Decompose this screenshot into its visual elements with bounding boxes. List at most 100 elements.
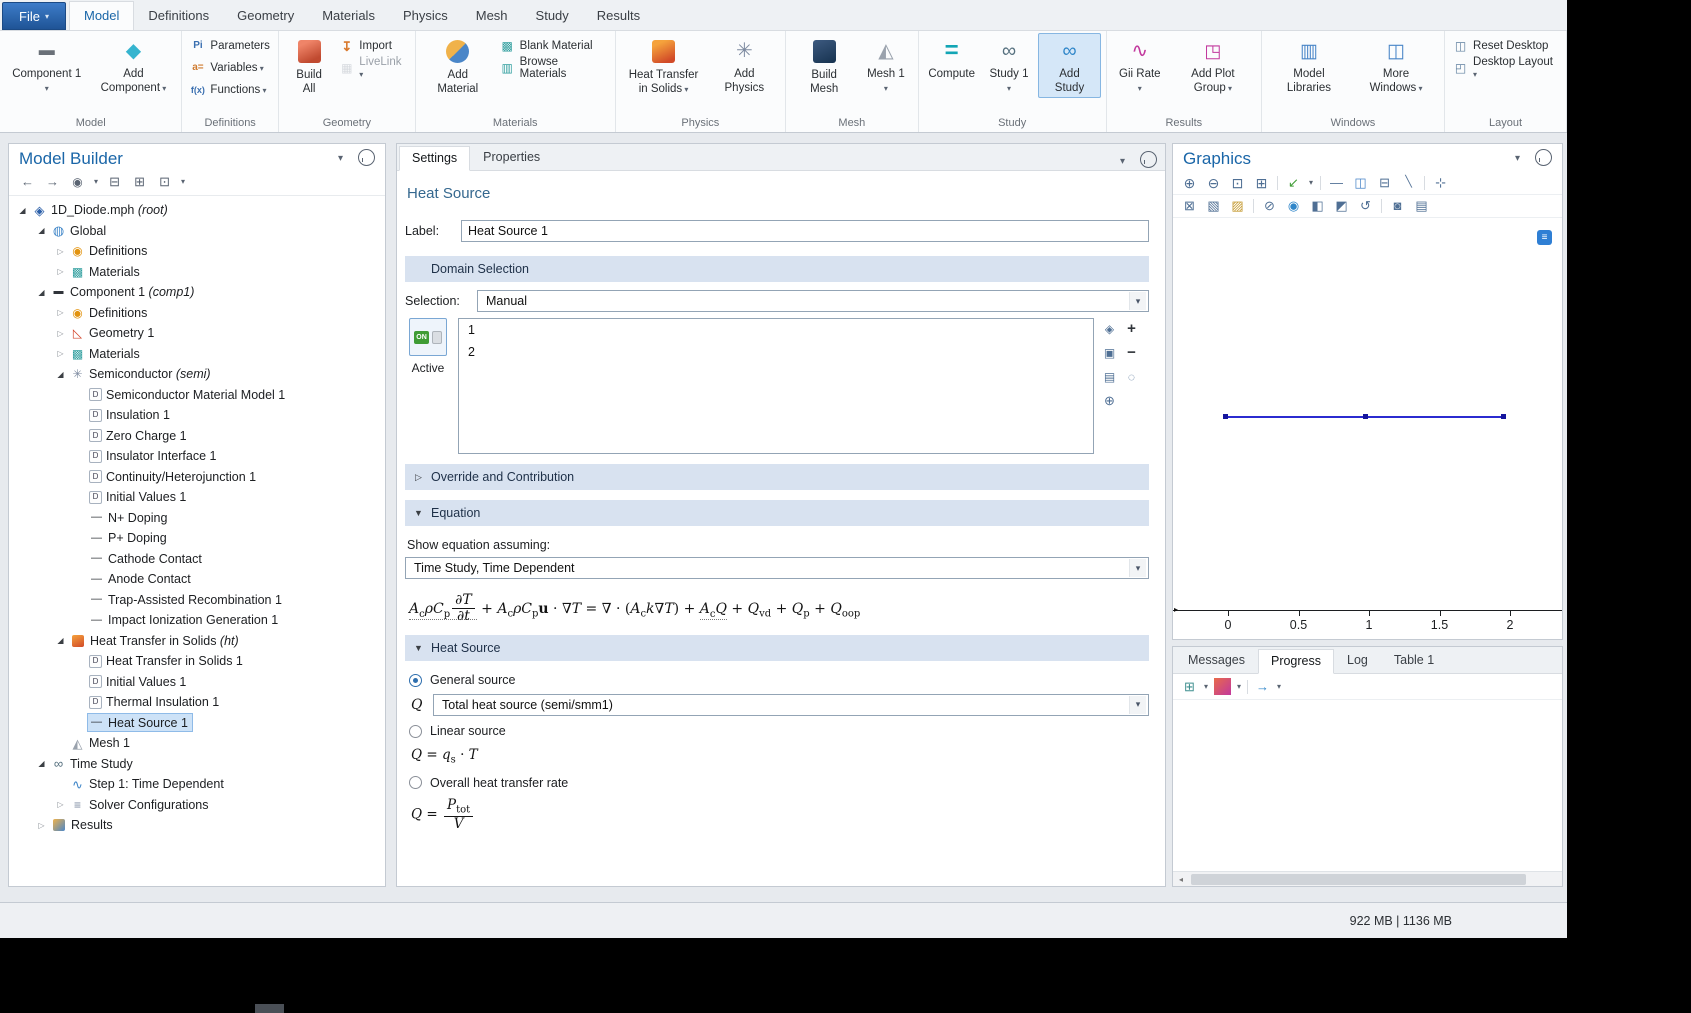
move-progress-icon[interactable]: →	[1254, 678, 1271, 695]
horizontal-scrollbar[interactable]: ◂	[1173, 871, 1562, 886]
parameters-button[interactable]: PiParameters	[187, 37, 272, 55]
heat-transfer-in-solids-button[interactable]: Heat Transfer in Solids ▾	[621, 33, 707, 99]
add-study-button[interactable]: ∞Add Study	[1038, 33, 1100, 98]
tree-item-heat-source-1[interactable]: —Heat Source 1	[9, 713, 385, 734]
selection-list-item[interactable]: 1	[468, 323, 1093, 345]
tree-item-global[interactable]: ◢◍Global	[9, 221, 385, 242]
expand-all-icon[interactable]: ⊞	[131, 173, 148, 190]
tab-table-1[interactable]: Table 1	[1381, 648, 1447, 673]
collapse-caret-icon[interactable]: ▾	[1509, 151, 1526, 168]
collapse-all-icon[interactable]: ⊟	[106, 173, 123, 190]
tab-properties[interactable]: Properties	[470, 145, 553, 170]
show-options-icon[interactable]: ◉	[69, 173, 86, 190]
paste-selection-icon[interactable]: ▤	[1101, 368, 1118, 385]
tree-item-materials[interactable]: ▷▩Materials	[9, 344, 385, 365]
dropdown-caret-icon[interactable]: ▾	[94, 177, 98, 186]
ribbon-tab-materials[interactable]: Materials	[308, 2, 389, 30]
add-material-button[interactable]: Add Material	[421, 33, 495, 99]
graphics-canvas[interactable]: ▸ 00.511.52	[1173, 218, 1562, 639]
split-horizontal-icon[interactable]: ◫	[1352, 174, 1369, 191]
dropdown-caret-icon[interactable]: ▾	[181, 177, 185, 186]
tree-item-initial-values-1[interactable]: DInitial Values 1	[9, 672, 385, 693]
build-mesh-button[interactable]: Build Mesh	[791, 33, 857, 99]
reset-desktop-button[interactable]: ◫Reset Desktop	[1450, 37, 1561, 55]
tree-item-anode-contact[interactable]: —Anode Contact	[9, 569, 385, 590]
collapsed-toggle-icon[interactable]: ▷	[34, 821, 49, 830]
print-icon[interactable]: ▤	[1413, 197, 1430, 214]
progress-bars-icon[interactable]	[1214, 678, 1231, 695]
radio-icon[interactable]	[409, 725, 422, 738]
pin-icon[interactable]	[1535, 149, 1552, 166]
ribbon-tab-mesh[interactable]: Mesh	[462, 2, 522, 30]
browse-materials-button[interactable]: ▥Browse Materials	[497, 59, 610, 77]
transparency-icon[interactable]: ◧	[1309, 197, 1326, 214]
geometry-vertex[interactable]	[1223, 414, 1228, 419]
tree-item-solver-configurations[interactable]: ▷≡Solver Configurations	[9, 795, 385, 816]
add-component-button[interactable]: ◆Add Component ▾	[90, 33, 176, 98]
tree-item-trap-assisted-recombination-1[interactable]: —Trap-Assisted Recombination 1	[9, 590, 385, 611]
collapsed-toggle-icon[interactable]: ▷	[53, 329, 68, 338]
zoom-in-icon[interactable]: ⊕	[1181, 174, 1198, 191]
dropdown-caret-icon[interactable]: ▾	[1277, 682, 1281, 691]
model-libraries-button[interactable]: ▥Model Libraries	[1267, 33, 1351, 98]
select-box-icon[interactable]: ⊠	[1181, 197, 1198, 214]
progress-tree-icon[interactable]: ⊞	[1181, 678, 1198, 695]
overall-heat-rate-radio-row[interactable]: Overall heat transfer rate	[409, 771, 1149, 794]
selection-list-item[interactable]: 2	[468, 345, 1093, 367]
tree-item-mesh-1[interactable]: ◭Mesh 1	[9, 733, 385, 754]
tree-item-impact-ionization-generation-1[interactable]: —Impact Ionization Generation 1	[9, 610, 385, 631]
expanded-toggle-icon[interactable]: ◢	[34, 226, 49, 235]
expanded-toggle-icon[interactable]: ◢	[34, 288, 49, 297]
zoom-box-icon[interactable]: ⊞	[1253, 174, 1270, 191]
pin-icon[interactable]	[1140, 151, 1157, 168]
ribbon-tab-model[interactable]: Model	[69, 1, 134, 30]
expanded-toggle-icon[interactable]: ◢	[34, 759, 49, 768]
section-equation[interactable]: ▼ Equation	[405, 500, 1149, 526]
measure-line-icon[interactable]: ╲	[1400, 174, 1417, 191]
blank-material-button[interactable]: ▩Blank Material	[497, 37, 610, 55]
zoom-out-icon[interactable]: ⊖	[1205, 174, 1222, 191]
geometry-vertex[interactable]	[1363, 414, 1368, 419]
heat-source-dropdown[interactable]: Total heat source (semi/smm1) ▾	[433, 694, 1149, 716]
collapse-caret-icon[interactable]: ▾	[1114, 153, 1131, 170]
tree-item-cathode-contact[interactable]: —Cathode Contact	[9, 549, 385, 570]
view-settings-icon[interactable]: ⊹	[1432, 174, 1449, 191]
label-input[interactable]	[461, 220, 1149, 242]
pin-icon[interactable]	[358, 149, 375, 166]
ribbon-tab-results[interactable]: Results	[583, 2, 654, 30]
component-1-button[interactable]: ▬Component 1 ▾	[5, 33, 88, 98]
mesh-1-button[interactable]: ◭Mesh 1 ▾	[859, 33, 912, 98]
go-to-view-icon[interactable]: ↙	[1285, 174, 1302, 191]
tab-log[interactable]: Log	[1334, 648, 1381, 673]
tab-progress[interactable]: Progress	[1258, 649, 1334, 674]
tree-item-step-1-time-dependent[interactable]: ∿Step 1: Time Dependent	[9, 774, 385, 795]
lasso-icon[interactable]: ▧	[1205, 197, 1222, 214]
remove-from-selection-icon[interactable]: −	[1123, 344, 1140, 361]
file-menu-button[interactable]: File ▾	[2, 2, 66, 30]
scroll-left-icon[interactable]: ◂	[1173, 875, 1189, 884]
tree-item-continuity-heterojunction-1[interactable]: DContinuity/Heterojunction 1	[9, 467, 385, 488]
wireframe-icon[interactable]: ◩	[1333, 197, 1350, 214]
gii-rate-button[interactable]: ∿Gii Rate ▾	[1112, 33, 1168, 98]
section-heat-source[interactable]: ▼ Heat Source	[405, 635, 1149, 661]
copy-selection-icon[interactable]: ▣	[1101, 344, 1118, 361]
tree-item-heat-transfer-in-solids[interactable]: ◢Heat Transfer in Solids (ht)	[9, 631, 385, 652]
tree-item-thermal-insulation-1[interactable]: DThermal Insulation 1	[9, 692, 385, 713]
radio-selected-icon[interactable]	[409, 674, 422, 687]
dropdown-caret-icon[interactable]: ▾	[1237, 682, 1241, 691]
import-button[interactable]: ↧Import	[336, 37, 410, 55]
plot-line-icon[interactable]: —	[1328, 174, 1345, 191]
build-all-button[interactable]: Build All	[284, 33, 334, 99]
tab-messages[interactable]: Messages	[1175, 648, 1258, 673]
tree-item-insulation-1[interactable]: DInsulation 1	[9, 405, 385, 426]
dropdown-caret-icon[interactable]: ▾	[1204, 682, 1208, 691]
reset-view-icon[interactable]: ↺	[1357, 197, 1374, 214]
dropdown-caret-icon[interactable]: ▾	[1309, 178, 1313, 187]
expanded-toggle-icon[interactable]: ◢	[15, 206, 30, 215]
scrollbar-thumb[interactable]	[1191, 874, 1526, 885]
collapsed-toggle-icon[interactable]: ▷	[53, 349, 68, 358]
model-tree-options-icon[interactable]: ⊡	[156, 173, 173, 190]
tree-item-semiconductor-material-model-1[interactable]: DSemiconductor Material Model 1	[9, 385, 385, 406]
zoom-extents-icon[interactable]: ⊡	[1229, 174, 1246, 191]
variables-button[interactable]: a=Variables ▾	[187, 59, 272, 77]
